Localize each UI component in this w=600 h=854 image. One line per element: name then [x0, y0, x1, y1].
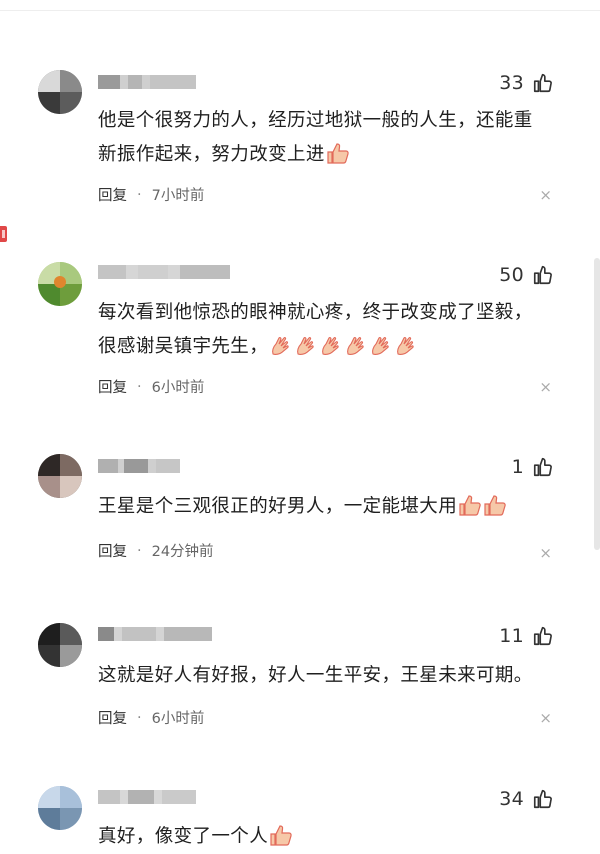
comment-line: 这就是好人有好报，好人一生平安，王星未来可期。 [98, 665, 533, 686]
like-group[interactable]: 50 [499, 264, 554, 286]
clap-emoji-icon [347, 337, 364, 355]
like-group[interactable]: 33 [499, 72, 554, 94]
thumbs-up-emoji-icon [459, 495, 481, 516]
reply-button[interactable]: 回复 [98, 540, 127, 561]
like-group[interactable]: 11 [499, 625, 554, 647]
username-redacted[interactable] [98, 627, 212, 641]
avatar[interactable] [38, 786, 82, 830]
username-redacted[interactable] [98, 265, 230, 279]
close-icon[interactable]: × [539, 711, 552, 726]
reply-button[interactable]: 回复 [98, 184, 127, 205]
clap-emoji-icon [322, 337, 339, 355]
comment-meta: 回复 · 6小时前 [98, 707, 204, 728]
comment-line: 真好，像变了一个人 [98, 826, 269, 847]
like-count: 11 [499, 625, 524, 647]
like-count: 1 [511, 456, 524, 478]
avatar[interactable] [38, 454, 82, 498]
like-group[interactable]: 1 [512, 456, 554, 478]
separator-dot: · [137, 709, 142, 726]
like-group[interactable]: 34 [499, 788, 554, 810]
avatar[interactable] [38, 70, 82, 114]
clap-emoji-icon [397, 337, 414, 355]
avatar[interactable] [38, 623, 82, 667]
thumbs-up-emoji-icon [327, 143, 349, 164]
clap-emoji-icon [297, 337, 314, 355]
comment-text: 这就是好人有好报，好人一生平安，王星未来可期。 [98, 659, 558, 693]
clap-emoji-icon [272, 337, 289, 355]
separator-dot: · [137, 378, 142, 395]
close-icon[interactable]: × [539, 546, 552, 561]
like-count: 50 [499, 264, 524, 286]
comment-line: 很感谢吴镇宇先生， [98, 336, 269, 357]
thumbs-up-emoji-icon [270, 825, 292, 846]
username-redacted[interactable] [98, 459, 180, 473]
top-divider [0, 10, 600, 11]
clap-emoji-icon [372, 337, 389, 355]
timestamp: 24分钟前 [151, 544, 214, 560]
thumbs-up-icon[interactable] [532, 788, 554, 810]
comment-meta: 回复 · 24分钟前 [98, 540, 214, 561]
thumbs-up-emoji-icon [484, 495, 506, 516]
scrollbar[interactable] [594, 258, 600, 550]
separator-dot: · [137, 542, 142, 559]
comment-text: 每次看到他惊恐的眼神就心疼，终于改变成了坚毅， 很感谢吴镇宇先生， [98, 296, 558, 364]
side-tab-marker[interactable] [0, 226, 7, 242]
comment-line: 王星是个三观很正的好男人，一定能堪大用 [98, 496, 458, 517]
close-icon[interactable]: × [539, 188, 552, 203]
thumbs-up-icon[interactable] [532, 264, 554, 286]
comment-meta: 回复 · 7小时前 [98, 184, 204, 205]
comment-text: 王星是个三观很正的好男人，一定能堪大用 [98, 490, 558, 524]
thumbs-up-icon[interactable] [532, 72, 554, 94]
comment-line: 他是个很努力的人，经历过地狱一般的人生，还能重 [98, 110, 533, 131]
comment-line: 新振作起来，努力改变上进 [98, 144, 325, 165]
like-count: 33 [499, 72, 524, 94]
timestamp: 7小时前 [151, 188, 205, 204]
reply-button[interactable]: 回复 [98, 707, 127, 728]
username-redacted[interactable] [98, 790, 196, 804]
comment-meta: 回复 · 6小时前 [98, 376, 204, 397]
avatar[interactable] [38, 262, 82, 306]
comment-text: 他是个很努力的人，经历过地狱一般的人生，还能重 新振作起来，努力改变上进 [98, 104, 558, 172]
thumbs-up-icon[interactable] [532, 456, 554, 478]
thumbs-up-icon[interactable] [532, 625, 554, 647]
username-redacted[interactable] [98, 75, 196, 89]
comment-line: 每次看到他惊恐的眼神就心疼，终于改变成了坚毅， [98, 302, 533, 323]
separator-dot: · [137, 186, 142, 203]
timestamp: 6小时前 [151, 711, 205, 727]
close-icon[interactable]: × [539, 380, 552, 395]
like-count: 34 [499, 788, 524, 810]
timestamp: 6小时前 [151, 380, 205, 396]
reply-button[interactable]: 回复 [98, 376, 127, 397]
